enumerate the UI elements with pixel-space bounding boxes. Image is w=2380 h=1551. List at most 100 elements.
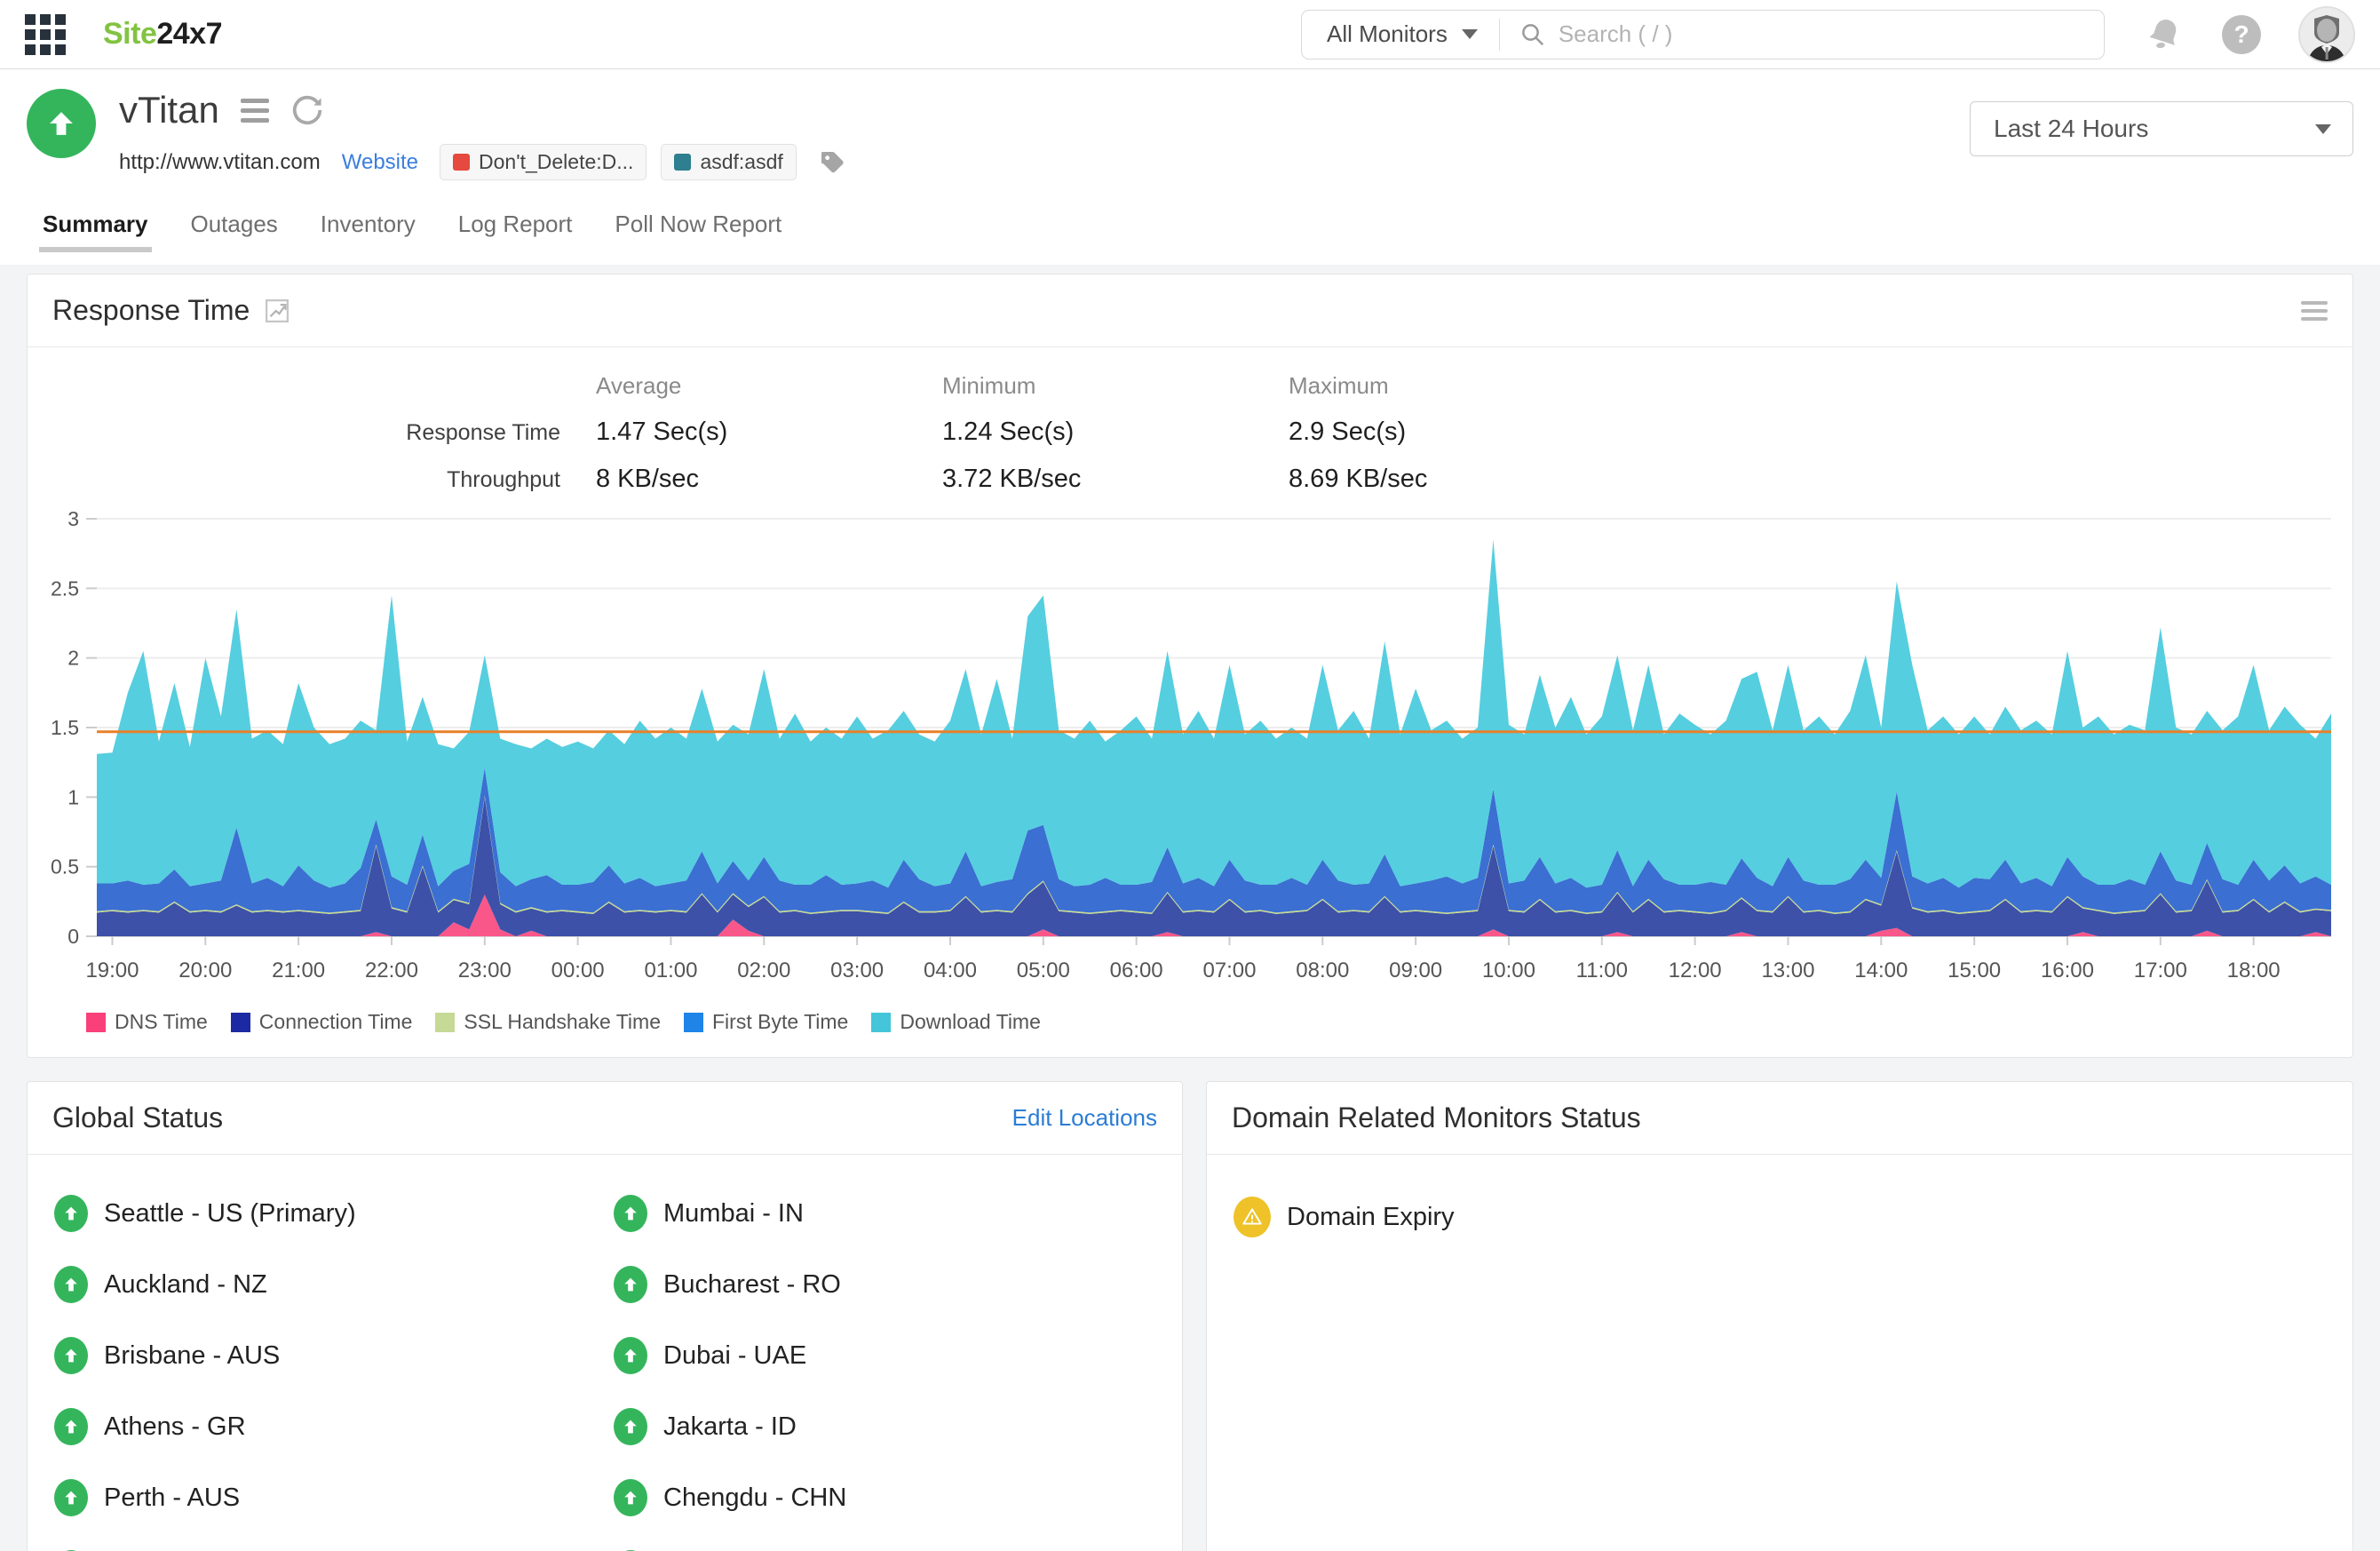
global-status-panel: Global Status Edit Locations Seattle - U… <box>27 1081 1183 1551</box>
svg-text:06:00: 06:00 <box>1110 958 1163 982</box>
stats-value: 8.69 KB/sec <box>1289 465 2352 494</box>
chart-legend: DNS Time Connection Time SSL Handshake Tim… <box>28 1001 2352 1057</box>
tag-list: Don't_Delete:D... asdf:asdf <box>440 144 797 180</box>
legend-item-download[interactable]: Download Time <box>871 1010 1041 1034</box>
panel-title: Domain Related Monitors Status <box>1232 1102 1641 1134</box>
tab-poll-now-report[interactable]: Poll Now Report <box>615 211 781 251</box>
search-input[interactable] <box>1559 20 2084 48</box>
location-item[interactable]: Chengdu - CHN <box>614 1462 1173 1533</box>
legend-swatch <box>435 1013 455 1032</box>
monitor-tag[interactable]: asdf:asdf <box>661 144 796 180</box>
tab-inventory[interactable]: Inventory <box>321 211 416 251</box>
svg-text:14:00: 14:00 <box>1854 958 1908 982</box>
location-name: Athens - GR <box>104 1412 246 1442</box>
notifications-bell-icon[interactable] <box>2138 9 2190 60</box>
tag-label: Don't_Delete:D... <box>479 150 633 174</box>
svg-text:3: 3 <box>67 510 79 530</box>
svg-text:11:00: 11:00 <box>1576 958 1628 982</box>
tab-outages[interactable]: Outages <box>191 211 278 251</box>
legend-label: Connection Time <box>259 1010 413 1034</box>
monitor-tag[interactable]: Don't_Delete:D... <box>440 144 647 180</box>
legend-swatch <box>231 1013 250 1032</box>
panel-menu-icon[interactable] <box>2301 301 2328 321</box>
status-up-icon <box>54 1266 88 1303</box>
location-item[interactable]: Bucharest - RO <box>614 1249 1173 1320</box>
svg-text:1: 1 <box>67 785 79 808</box>
tag-color-swatch <box>674 154 691 171</box>
domain-monitor-list: Domain Expiry <box>1207 1155 2352 1253</box>
legend-item-dns[interactable]: DNS Time <box>86 1010 208 1034</box>
domain-monitor-item[interactable]: Domain Expiry <box>1234 1181 2344 1253</box>
location-name: Brisbane - AUS <box>104 1341 280 1371</box>
svg-text:0: 0 <box>67 925 79 948</box>
svg-text:02:00: 02:00 <box>737 958 790 982</box>
legend-item-first_byte[interactable]: First Byte Time <box>684 1010 848 1034</box>
legend-swatch <box>871 1013 891 1032</box>
location-item[interactable]: Mumbai - IN <box>614 1178 1173 1249</box>
status-up-icon <box>614 1408 647 1445</box>
status-up-icon <box>54 1408 88 1445</box>
legend-swatch <box>86 1013 106 1032</box>
svg-text:0.5: 0.5 <box>51 855 79 879</box>
response-time-chart: 00.511.522.5319:0020:0021:0022:0023:0000… <box>28 501 2352 1001</box>
svg-text:18:00: 18:00 <box>2227 958 2281 982</box>
global-search-box: All Monitors <box>1301 10 2105 60</box>
location-item[interactable]: Indore - IN <box>54 1533 614 1551</box>
help-icon[interactable]: ? <box>2222 15 2261 54</box>
svg-text:19:00: 19:00 <box>85 958 139 982</box>
status-up-icon <box>614 1479 647 1516</box>
monitor-type-link[interactable]: Website <box>342 150 418 175</box>
trend-chart-icon[interactable] <box>264 298 290 324</box>
stats-column-header: Average <box>596 372 942 400</box>
location-item[interactable]: Brisbane - AUS <box>54 1320 614 1391</box>
stats-value: 8 KB/sec <box>596 465 942 494</box>
domain-monitor-name: Domain Expiry <box>1287 1203 1455 1232</box>
status-up-icon <box>54 1195 88 1232</box>
apps-grid-icon[interactable] <box>25 14 66 55</box>
location-name: Mumbai - IN <box>663 1199 804 1229</box>
tab-summary[interactable]: Summary <box>43 211 148 251</box>
top-bar: Site24x7 All Monitors ? <box>0 0 2380 69</box>
monitor-header: vTitan http://www.vtitan.com Website Don… <box>0 69 2380 265</box>
location-item[interactable]: Auckland - NZ <box>54 1249 614 1320</box>
edit-locations-link[interactable]: Edit Locations <box>1012 1104 1157 1132</box>
location-item[interactable]: Jakarta - ID <box>614 1391 1173 1462</box>
svg-text:16:00: 16:00 <box>2041 958 2094 982</box>
location-item[interactable]: Dubai - UAE <box>614 1320 1173 1391</box>
svg-text:21:00: 21:00 <box>272 958 325 982</box>
svg-text:01:00: 01:00 <box>644 958 697 982</box>
tag-icon[interactable] <box>818 148 846 177</box>
status-up-icon <box>54 1337 88 1374</box>
logo-dark-part: 24x7 <box>156 17 222 51</box>
stats-row-label: Response Time <box>28 420 596 446</box>
status-up-icon <box>614 1266 647 1303</box>
tab-log-report[interactable]: Log Report <box>458 211 573 251</box>
user-avatar[interactable] <box>2298 6 2355 63</box>
svg-text:05:00: 05:00 <box>1017 958 1070 982</box>
location-item[interactable]: Belgrade - RS <box>614 1533 1173 1551</box>
legend-item-connection[interactable]: Connection Time <box>231 1010 413 1034</box>
monitor-filter-dropdown[interactable]: All Monitors <box>1302 20 1499 48</box>
svg-text:22:00: 22:00 <box>365 958 418 982</box>
svg-text:20:00: 20:00 <box>178 958 232 982</box>
svg-text:00:00: 00:00 <box>551 958 605 982</box>
stats-row-label: Throughput <box>28 467 596 493</box>
time-range-dropdown[interactable]: Last 24 Hours <box>1970 101 2353 156</box>
svg-text:1.5: 1.5 <box>51 716 79 739</box>
svg-text:2: 2 <box>67 647 79 670</box>
location-item[interactable]: Perth - AUS <box>54 1462 614 1533</box>
status-up-icon <box>614 1195 647 1232</box>
location-item[interactable]: Athens - GR <box>54 1391 614 1462</box>
svg-text:13:00: 13:00 <box>1761 958 1814 982</box>
site24x7-logo[interactable]: Site24x7 <box>103 17 222 52</box>
refresh-icon[interactable] <box>290 93 324 127</box>
tag-label: asdf:asdf <box>700 150 782 174</box>
svg-text:17:00: 17:00 <box>2134 958 2187 982</box>
legend-label: SSL Handshake Time <box>464 1010 661 1034</box>
legend-item-ssl[interactable]: SSL Handshake Time <box>435 1010 661 1034</box>
location-item[interactable]: Seattle - US (Primary) <box>54 1178 614 1249</box>
stats-value: 2.9 Sec(s) <box>1289 418 2352 447</box>
response-stats-table: AverageMinimumMaximumResponse Time1.47 S… <box>28 347 2352 501</box>
response-time-panel: Response Time AverageMinimumMaximumRespo… <box>27 274 2353 1058</box>
monitor-actions-menu-icon[interactable] <box>241 99 269 123</box>
